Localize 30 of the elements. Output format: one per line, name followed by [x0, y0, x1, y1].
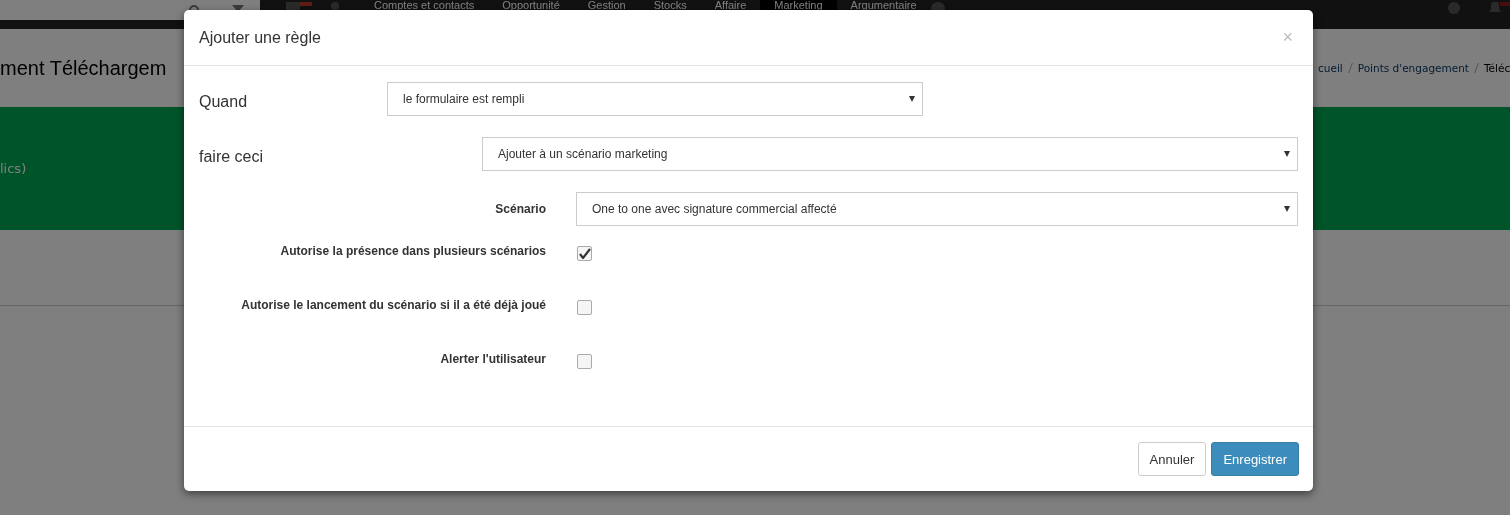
nav-link[interactable]: Gestion — [573, 0, 640, 10]
nav-link[interactable]: Opportunité — [488, 0, 574, 10]
select-field[interactable]: One to one avec signature commercial affecté — [576, 192, 1298, 226]
field-label: Quand — [199, 92, 249, 111]
caret-icon — [909, 96, 915, 102]
caret-icon — [1284, 151, 1290, 157]
breadcrumb-item[interactable]: cueil — [1318, 62, 1343, 74]
breadcrumb-item[interactable]: Téléc — [1483, 62, 1510, 74]
select-field[interactable]: le formulaire est rempli — [387, 82, 923, 116]
caret-icon — [1284, 206, 1290, 212]
modal-title: Ajouter une règle — [199, 28, 322, 47]
checkbox-label: Autorise le lancement du scénario si il a été déjà joué — [240, 298, 546, 312]
field-label: faire ceci — [199, 147, 265, 166]
save-button[interactable]: Enregistrer — [1211, 442, 1299, 476]
checkbox[interactable] — [577, 246, 592, 261]
nav-link[interactable]: Comptes et contacts — [360, 0, 489, 10]
checkbox-label: Alerter l'utilisateur — [439, 352, 546, 366]
nav-link[interactable]: Marketing — [760, 0, 837, 10]
page-title: ment Téléchargem — [0, 56, 168, 80]
checkbox-label: Autorise la présence dans plusieurs scénarios — [279, 244, 546, 258]
nav-link[interactable]: Affaire — [700, 0, 761, 10]
breadcrumb-item[interactable]: Points d'engagement — [1357, 62, 1469, 74]
nav-link[interactable]: Stocks — [639, 0, 701, 10]
nav-link[interactable]: Argumentaire — [836, 0, 931, 10]
cancel-button[interactable]: Annuler — [1137, 442, 1207, 476]
checkbox[interactable] — [577, 354, 592, 369]
checkbox[interactable] — [577, 300, 592, 315]
banner-text: lics) — [0, 161, 27, 176]
select-field[interactable]: Ajouter à un scénario marketing — [482, 137, 1298, 171]
field-label: Scénario — [494, 202, 546, 216]
